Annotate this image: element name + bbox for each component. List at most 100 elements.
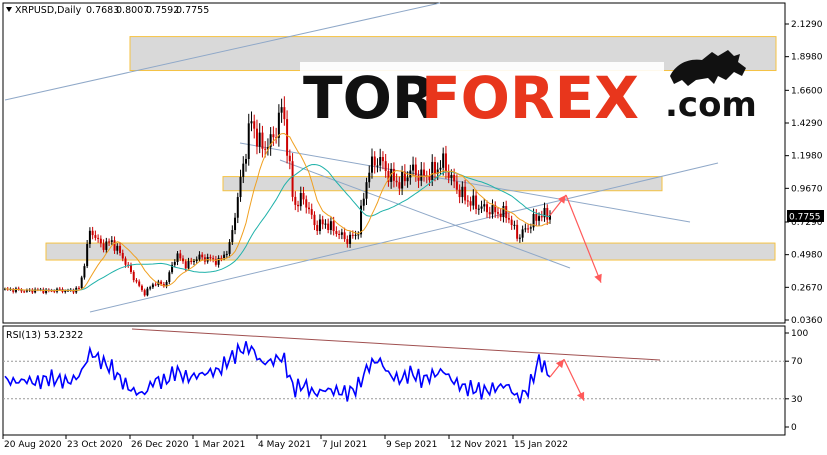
candle-body <box>406 177 409 182</box>
candle-body <box>376 165 379 167</box>
rsi-axis: 100 70 30 0 <box>785 329 808 433</box>
candle-body <box>518 237 521 239</box>
candle-body <box>412 164 415 171</box>
candle-body <box>80 277 83 289</box>
candle-body <box>176 253 179 262</box>
candle-body <box>182 258 185 262</box>
candle-body <box>395 180 398 183</box>
candle-body <box>362 198 365 206</box>
candle-body <box>527 228 530 230</box>
candle-body <box>338 233 341 235</box>
candle-body <box>458 189 461 198</box>
candle-body <box>346 239 349 244</box>
candle-body <box>510 219 513 226</box>
candle-body <box>469 201 472 206</box>
candle-body <box>379 156 382 166</box>
price-axis: 2.12901.89801.66001.42901.19800.96700.72… <box>785 20 823 326</box>
date-tick-label: 26 Dec 2020 <box>131 440 189 450</box>
current-price-label: 0.7755 <box>789 213 821 223</box>
candle-body <box>143 290 146 296</box>
candle-body <box>365 182 368 199</box>
rsi-tick-label: 0 <box>791 423 797 433</box>
chart-header: XRPUSD,Daily 0.7683 0.8007 0.7592 0.7755 <box>6 5 209 16</box>
candle-body <box>335 231 338 234</box>
candle-body <box>491 205 494 215</box>
candle-body <box>521 229 524 238</box>
candle-body <box>209 257 212 259</box>
symbol-label: XRPUSD,Daily <box>15 5 82 16</box>
candle-body <box>168 272 171 282</box>
candle-body <box>255 128 258 147</box>
candle-body <box>264 148 267 150</box>
candle-body <box>121 252 124 259</box>
candle-body <box>444 153 447 173</box>
candle-body <box>187 260 190 269</box>
candle-body <box>324 223 327 225</box>
high-value: 0.8007 <box>116 5 149 16</box>
candle-body <box>450 174 453 179</box>
candle-body <box>102 243 105 250</box>
candle-body <box>305 199 308 208</box>
rsi-tick-label: 70 <box>791 357 803 367</box>
candle-body <box>507 218 510 220</box>
candle-body <box>129 265 132 272</box>
candle-body <box>447 172 450 179</box>
candle-body <box>307 207 310 210</box>
candle-body <box>110 240 113 242</box>
candle-body <box>423 169 426 176</box>
candle-body <box>151 284 154 288</box>
price-tick-label: 1.6600 <box>791 86 823 96</box>
candle-body <box>466 200 469 202</box>
date-tick-label: 23 Oct 2020 <box>67 440 123 450</box>
date-tick-label: 1 Mar 2021 <box>194 440 245 450</box>
date-tick-label: 7 Jul 2021 <box>322 440 367 450</box>
candle-body <box>160 281 163 285</box>
candle-body <box>247 123 250 160</box>
candle-body <box>242 163 245 177</box>
candle-body <box>198 254 201 260</box>
candle-body <box>370 156 373 173</box>
candle-body <box>14 288 17 292</box>
candle-body <box>179 253 182 259</box>
price-tick-label: 0.4980 <box>791 251 823 261</box>
candle-body <box>132 271 135 281</box>
candle-body <box>343 232 346 240</box>
candle-body <box>116 245 119 251</box>
candle-body <box>486 204 489 213</box>
candle-body <box>239 176 242 198</box>
candle-body <box>258 132 261 147</box>
candle-body <box>91 230 94 236</box>
candle-body <box>327 223 330 231</box>
candle-body <box>245 159 248 164</box>
candle-body <box>513 224 516 226</box>
price-zone <box>45 242 776 261</box>
candle-body <box>272 134 275 138</box>
candle-body <box>538 216 541 221</box>
candle-body <box>316 225 319 232</box>
candle-body <box>192 261 195 263</box>
candle-body <box>288 155 291 162</box>
candle-body <box>524 228 527 230</box>
candle-body <box>201 254 204 258</box>
candle-body <box>280 107 283 113</box>
candle-body <box>442 153 445 168</box>
candle-body <box>340 232 343 235</box>
price-tick-label: 0.0360 <box>791 316 823 326</box>
date-axis: 20 Aug 2020 23 Oct 2020 26 Dec 2020 1 Mar 2… <box>2 435 568 450</box>
xrpusd-chart: TOR FOREX .com 2.1290 1.8980 1.6600 1.4290 1… <box>2 2 824 450</box>
candle-body <box>321 219 324 225</box>
date-tick-label: 12 Nov 2021 <box>450 440 508 450</box>
candle-body <box>261 132 264 149</box>
candle-body <box>105 241 108 250</box>
price-tick-label: 0.9670 <box>791 184 823 194</box>
date-tick-label: 15 Jan 2022 <box>514 440 568 450</box>
candle-body <box>332 221 335 232</box>
candle-body <box>431 161 434 181</box>
candle-body <box>253 121 256 129</box>
candle-body <box>496 212 499 214</box>
torforex-logo: TOR FOREX .com <box>300 50 757 132</box>
price-tick-label: 1.4290 <box>791 119 823 129</box>
price-tick-label: 1.1980 <box>791 152 823 162</box>
candle-body <box>88 230 91 245</box>
candle-body <box>546 207 549 220</box>
